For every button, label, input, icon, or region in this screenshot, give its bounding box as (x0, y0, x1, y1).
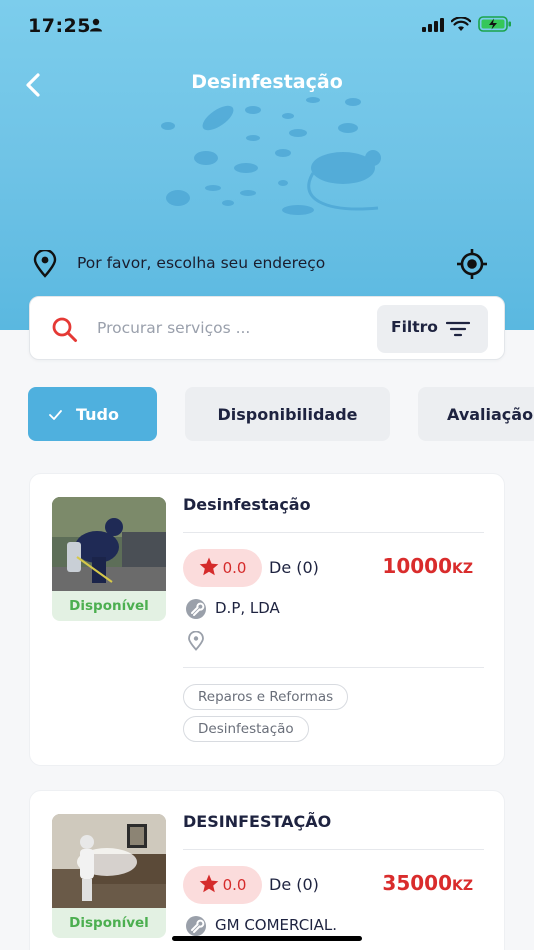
status-time: 17:25 (28, 15, 91, 37)
chip-label: Disponibilidade (217, 404, 358, 424)
price-amount: 10000 (382, 554, 452, 578)
filter-chip-all[interactable]: Tudo (28, 387, 157, 441)
service-price: 10000KZ (382, 554, 473, 578)
availability-badge: Disponível (52, 908, 166, 938)
map-pin-icon (32, 248, 58, 282)
address-selector[interactable]: Por favor, escolha seu endereço (32, 248, 502, 280)
search-icon (51, 316, 78, 347)
service-title: Desinfestação (183, 495, 311, 514)
price-currency: KZ (452, 878, 473, 894)
search-bar: Filtro (29, 296, 505, 360)
service-photo (52, 497, 166, 591)
person-icon (89, 17, 103, 36)
chip-label: Tudo (76, 404, 119, 424)
current-location-button[interactable] (456, 248, 488, 284)
wrench-icon (185, 598, 207, 624)
service-card[interactable]: Disponível Desinfestação 0.0 De (0) 1000… (29, 473, 505, 766)
cellular-signal-icon (422, 17, 444, 36)
category-tag[interactable]: Desinfestação (183, 716, 309, 742)
crosshair-icon (457, 249, 487, 279)
star-icon (199, 557, 219, 580)
service-price: 35000KZ (382, 871, 473, 895)
wifi-icon (450, 15, 472, 36)
rating-value: 0.0 (222, 559, 247, 577)
filter-lines-icon (445, 321, 471, 341)
address-prompt: Por favor, escolha seu endereço (77, 254, 326, 272)
price-currency: KZ (452, 561, 473, 577)
divider (183, 849, 484, 850)
rating-count: De (0) (269, 558, 319, 577)
home-indicator[interactable] (172, 936, 362, 941)
chip-label: Avaliação (447, 404, 534, 424)
price-amount: 35000 (382, 871, 452, 895)
filter-chip-rating[interactable]: Avaliação (418, 387, 534, 441)
provider-name: D.P, LDA (215, 599, 280, 617)
status-bar: 17:25 (0, 0, 534, 52)
rating-count: De (0) (269, 875, 319, 894)
star-icon (199, 874, 219, 897)
filter-button[interactable]: Filtro (377, 305, 488, 353)
rating-badge: 0.0 (183, 866, 262, 904)
rating-value: 0.0 (222, 876, 247, 894)
pests-illustration (148, 88, 383, 242)
provider-name: GM COMERCIAL. (215, 916, 337, 934)
service-thumbnail: Disponível (52, 814, 166, 938)
location-pin-icon (187, 630, 205, 655)
service-card[interactable]: Disponível DESINFESTAÇÃO 0.0 De (0) 3500… (29, 790, 505, 950)
filter-label: Filtro (391, 318, 438, 336)
divider (183, 667, 484, 668)
search-input[interactable] (97, 313, 367, 343)
check-icon (49, 405, 62, 424)
filter-chip-availability[interactable]: Disponibilidade (185, 387, 390, 441)
availability-badge: Disponível (52, 591, 166, 621)
battery-charging-icon (478, 16, 512, 36)
divider (183, 532, 484, 533)
service-title: DESINFESTAÇÃO (183, 812, 332, 831)
category-tag[interactable]: Reparos e Reformas (183, 684, 349, 710)
header-banner: 17:25 Desinfestação Por favor, escolha s… (0, 0, 534, 330)
rating-badge: 0.0 (183, 549, 262, 587)
service-thumbnail: Disponível (52, 497, 166, 621)
service-photo (52, 814, 166, 908)
status-indicators (422, 15, 512, 36)
